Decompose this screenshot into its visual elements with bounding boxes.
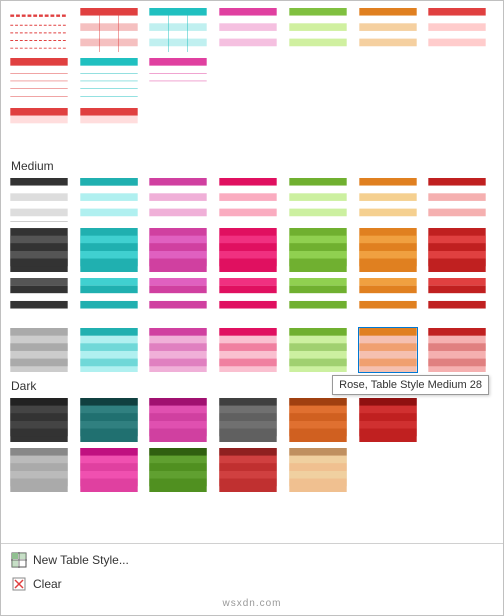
table-styles-panel: Medium (0, 0, 504, 616)
table-style-thumb[interactable] (358, 397, 418, 443)
table-style-thumb[interactable] (427, 227, 487, 273)
table-style-thumb[interactable] (9, 327, 69, 373)
table-style-thumb[interactable] (9, 227, 69, 273)
styles-scroll-area[interactable]: Medium (1, 1, 503, 543)
table-style-thumb[interactable] (79, 277, 139, 323)
table-style-thumb[interactable] (148, 57, 208, 103)
table-style-thumb[interactable] (218, 447, 278, 493)
table-style-thumb[interactable] (218, 397, 278, 443)
clear-label: Clear (33, 577, 62, 591)
table-style-thumb[interactable] (79, 447, 139, 493)
table-style-thumb[interactable] (79, 7, 139, 53)
table-style-thumb[interactable] (79, 397, 139, 443)
table-style-thumb[interactable] (288, 277, 348, 323)
table-style-thumb[interactable] (218, 227, 278, 273)
table-style-thumb[interactable] (9, 7, 69, 53)
table-style-thumb-selected[interactable] (358, 327, 418, 373)
medium-styles-grid-4 (9, 327, 495, 373)
table-style-thumb[interactable] (148, 327, 208, 373)
clear-icon (11, 576, 27, 592)
table-style-thumb[interactable] (288, 177, 348, 223)
table-style-thumb[interactable] (288, 447, 348, 493)
table-style-thumb[interactable] (9, 57, 69, 103)
clear-button[interactable]: Clear (9, 572, 495, 596)
table-style-thumb[interactable] (218, 7, 278, 53)
medium-styles-grid-3 (9, 277, 495, 323)
table-style-thumb[interactable] (288, 227, 348, 273)
table-style-thumb[interactable] (79, 327, 139, 373)
dark-styles-grid-1 (9, 397, 495, 443)
table-style-thumb[interactable] (9, 107, 69, 153)
table-style-thumb[interactable] (427, 277, 487, 323)
table-style-thumb[interactable] (427, 7, 487, 53)
table-style-thumb[interactable] (427, 327, 487, 373)
light-styles-grid-2 (9, 57, 495, 103)
table-style-thumb[interactable] (288, 7, 348, 53)
table-style-thumb[interactable] (79, 57, 139, 103)
panel-footer: New Table Style... Clear wsxdn.com (1, 543, 503, 615)
table-style-thumb[interactable] (427, 177, 487, 223)
table-style-thumb[interactable] (148, 7, 208, 53)
table-style-thumb[interactable] (9, 277, 69, 323)
new-table-style-icon (11, 552, 27, 568)
table-style-thumb[interactable] (218, 327, 278, 373)
table-style-thumb[interactable] (79, 177, 139, 223)
medium-styles-grid-2 (9, 227, 495, 273)
table-style-thumb[interactable] (148, 447, 208, 493)
table-style-thumb[interactable] (288, 397, 348, 443)
table-style-thumb[interactable] (9, 397, 69, 443)
table-style-thumb[interactable] (79, 107, 139, 153)
table-style-thumb[interactable] (288, 327, 348, 373)
table-style-thumb[interactable] (358, 177, 418, 223)
light-styles-grid-3 (9, 107, 495, 153)
table-style-thumb[interactable] (148, 227, 208, 273)
table-style-thumb[interactable] (218, 177, 278, 223)
table-style-thumb[interactable] (9, 177, 69, 223)
dark-styles-grid-2 (9, 447, 495, 493)
new-table-style-button[interactable]: New Table Style... (9, 548, 495, 572)
table-style-thumb[interactable] (358, 277, 418, 323)
table-style-thumb[interactable] (218, 277, 278, 323)
medium-section-label: Medium (9, 159, 495, 173)
table-style-thumb[interactable] (148, 177, 208, 223)
table-style-thumb[interactable] (148, 277, 208, 323)
table-style-thumb[interactable] (79, 227, 139, 273)
table-style-thumb[interactable] (9, 447, 69, 493)
medium-styles-grid-1 (9, 177, 495, 223)
new-table-style-label: New Table Style... (33, 553, 129, 567)
table-style-thumb[interactable] (148, 397, 208, 443)
table-style-thumb[interactable] (358, 7, 418, 53)
watermark: wsxdn.com (9, 596, 495, 611)
light-styles-grid-top (9, 7, 495, 53)
style-tooltip: Rose, Table Style Medium 28 (332, 375, 489, 395)
table-style-thumb[interactable] (358, 227, 418, 273)
